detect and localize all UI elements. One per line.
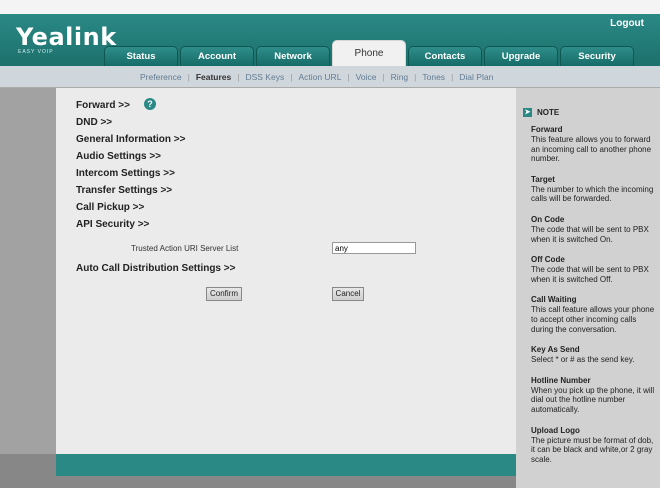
- tab-security[interactable]: Security: [560, 46, 634, 66]
- note-item-text: The number to which the incoming calls w…: [531, 184, 654, 204]
- section-call-pickup[interactable]: Call Pickup >>: [76, 202, 144, 213]
- tab-phone[interactable]: Phone: [332, 40, 406, 66]
- note-item-text: This feature allows you to forward an in…: [531, 135, 652, 164]
- subnav-separator: |: [237, 72, 240, 82]
- note-header: ➤ NOTE: [523, 108, 655, 117]
- note-item-forward: Forward This feature allows you to forwa…: [531, 125, 655, 164]
- note-title: NOTE: [537, 108, 560, 117]
- subnav-ring[interactable]: Ring: [391, 72, 408, 82]
- note-item-text: The code that will be sent to PBX when i…: [531, 224, 649, 244]
- page: Yealink EASY VOIP Logout Status Account …: [0, 0, 660, 488]
- tab-account[interactable]: Account: [180, 46, 254, 66]
- logout-link[interactable]: Logout: [610, 18, 644, 29]
- footer-left: [0, 454, 56, 488]
- subnav-dss-keys[interactable]: DSS Keys: [245, 72, 284, 82]
- tab-contacts[interactable]: Contacts: [408, 46, 482, 66]
- note-icon: ➤: [523, 108, 532, 117]
- note-item-key-as-send: Key As Send Select * or # as the send ke…: [531, 345, 655, 365]
- trusted-uri-label: Trusted Action URI Server List: [131, 244, 239, 253]
- note-item-text: When you pick up the phone, it will dial…: [531, 385, 655, 414]
- subnav-voice[interactable]: Voice: [356, 72, 377, 82]
- footer-bar: [56, 454, 516, 476]
- subnav-action-url[interactable]: Action URL: [298, 72, 341, 82]
- subnav-separator: |: [382, 72, 385, 82]
- note-item-title: Call Waiting: [531, 295, 577, 305]
- subnav-separator: |: [451, 72, 454, 82]
- note-item-hotline-number: Hotline Number When you pick up the phon…: [531, 376, 655, 415]
- note-item-call-waiting: Call Waiting This call feature allows yo…: [531, 295, 655, 334]
- note-content: ➤ NOTE Forward This feature allows you t…: [523, 108, 655, 475]
- note-item-upload-logo: Upload Logo The picture must be format o…: [531, 426, 655, 465]
- top-band: [0, 0, 660, 14]
- section-auto-call-distribution[interactable]: Auto Call Distribution Settings >>: [76, 263, 235, 274]
- section-forward[interactable]: Forward >>: [76, 100, 130, 111]
- subnav-separator: |: [347, 72, 350, 82]
- help-icon[interactable]: ?: [144, 98, 156, 110]
- tab-upgrade[interactable]: Upgrade: [484, 46, 558, 66]
- subnav-features[interactable]: Features: [196, 72, 231, 82]
- section-dnd[interactable]: DND >>: [76, 117, 112, 128]
- note-item-title: On Code: [531, 214, 565, 224]
- section-general-information[interactable]: General Information >>: [76, 134, 185, 145]
- left-margin: [0, 88, 56, 488]
- tab-network[interactable]: Network: [256, 46, 330, 66]
- confirm-button[interactable]: Confirm: [206, 287, 242, 301]
- note-item-on-code: On Code The code that will be sent to PB…: [531, 215, 655, 244]
- subnav-separator: |: [187, 72, 190, 82]
- yealink-logo: Yealink EASY VOIP: [16, 23, 117, 55]
- subnav-preference[interactable]: Preference: [140, 72, 182, 82]
- cancel-button[interactable]: Cancel: [332, 287, 364, 301]
- logo-text: Yealink: [16, 23, 117, 51]
- note-item-text: This call feature allows your phone to a…: [531, 305, 655, 334]
- section-transfer-settings[interactable]: Transfer Settings >>: [76, 185, 172, 196]
- note-item-text: The code that will be sent to PBX when i…: [531, 265, 649, 284]
- section-api-security[interactable]: API Security >>: [76, 219, 149, 230]
- note-item-title: Target: [531, 174, 555, 184]
- features-panel: Forward >> ? DND >> General Information …: [56, 88, 516, 454]
- note-item-title: Off Code: [531, 255, 565, 265]
- note-item-target: Target The number to which the incoming …: [531, 175, 655, 204]
- note-item-title: Forward: [531, 125, 563, 134]
- subnav-separator: |: [290, 72, 293, 82]
- section-audio-settings[interactable]: Audio Settings >>: [76, 151, 161, 162]
- note-item-title: Key As Send: [531, 345, 580, 355]
- section-intercom-settings[interactable]: Intercom Settings >>: [76, 168, 175, 179]
- note-item-title: Hotline Number: [531, 375, 591, 385]
- note-item-text: Select * or # as the send key.: [531, 355, 635, 365]
- subnav-dial-plan[interactable]: Dial Plan: [459, 72, 493, 82]
- subnav-tones[interactable]: Tones: [422, 72, 445, 82]
- tab-status[interactable]: Status: [104, 46, 178, 66]
- note-item-text: The picture must be format of dob, it ca…: [531, 435, 654, 464]
- main-tabs: Status Account Network Phone Contacts Up…: [104, 40, 636, 66]
- subnav-separator: |: [414, 72, 417, 82]
- trusted-uri-input[interactable]: [332, 242, 416, 254]
- note-item-title: Upload Logo: [531, 425, 580, 435]
- footer-strip: [56, 476, 516, 488]
- sub-navigation: Preference | Features | DSS Keys | Action U…: [0, 66, 660, 88]
- note-item-off-code: Off Code The code that will be sent to P…: [531, 255, 655, 284]
